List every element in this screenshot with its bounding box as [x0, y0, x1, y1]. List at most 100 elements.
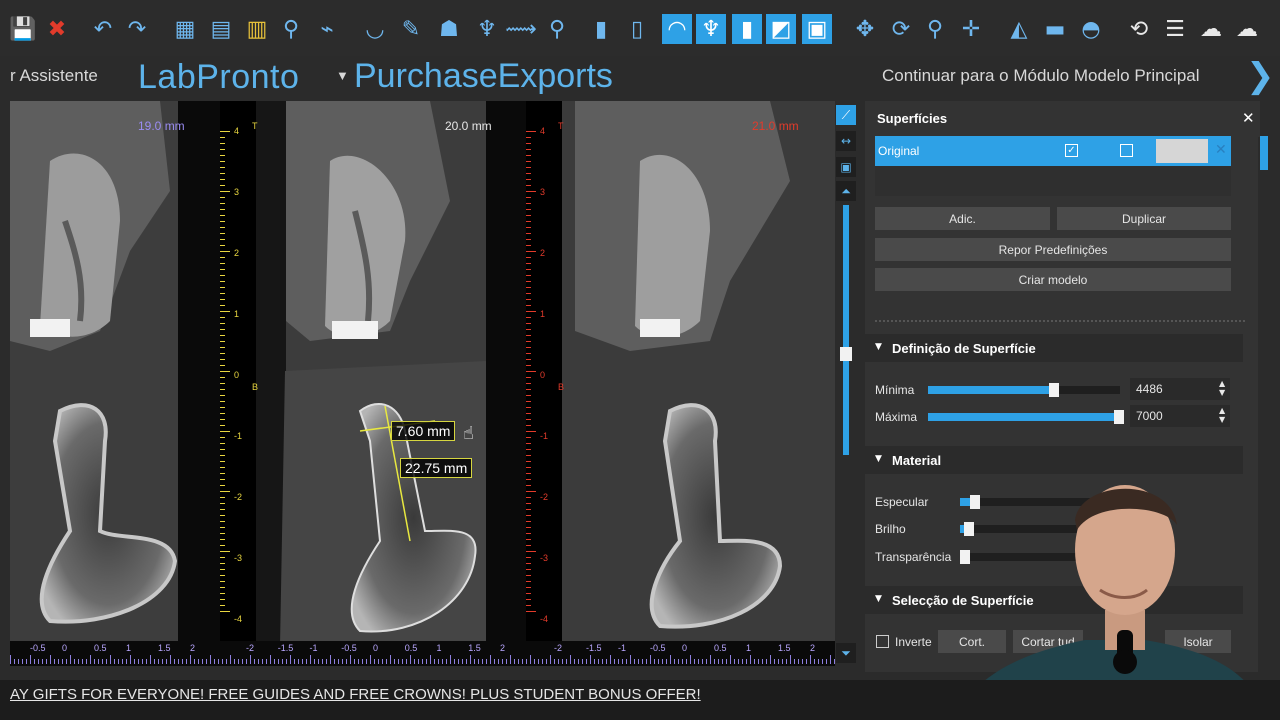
ruler-tick [526, 389, 531, 390]
create-model-button[interactable]: Criar modelo [875, 268, 1231, 291]
promo-banner[interactable]: AY GIFTS FOR EVERYONE! FREE GUIDES AND F… [0, 680, 1280, 720]
scale-tick [330, 655, 331, 664]
scale-tick [90, 655, 91, 664]
cross-section-viewer[interactable]: 19.0 mm 20.0 mm 21.0 mm 4 3 2 1 0 -1 -2 -3 -4 T B … [10, 101, 835, 666]
close-icon[interactable]: ✕ [1242, 109, 1255, 127]
max-value-spinbox[interactable]: 7000 ▲ ▼ [1130, 405, 1230, 427]
arch-icon[interactable]: ◡ [360, 14, 390, 44]
ruler-book-icon[interactable]: ▥ [242, 14, 272, 44]
scroll-top-icon[interactable]: ⏶ [836, 181, 856, 201]
pen-add-icon[interactable]: ✎ [396, 14, 426, 44]
spin-arrows-icon[interactable]: ▲ ▼ [1219, 406, 1225, 424]
scan-arch-icon[interactable]: ◠ [662, 14, 692, 44]
scale-tick [182, 659, 183, 664]
scale-tick [302, 659, 303, 664]
layout-icon[interactable]: ☰ [1160, 14, 1190, 44]
ruler-tick [220, 329, 225, 330]
ruler-tick [526, 149, 531, 150]
ruler-tick [526, 281, 531, 282]
width-measurement-label[interactable]: 7.60 mm [391, 421, 456, 441]
min-threshold-slider[interactable] [928, 383, 1120, 397]
surface-row-original[interactable]: Original ✓ ✕ [875, 136, 1231, 166]
visibility-checkbox[interactable]: ✓ [1065, 144, 1078, 157]
ruler-tick [526, 155, 531, 156]
scale-tick [234, 659, 235, 664]
nerve-icon[interactable]: ⟿ [505, 14, 537, 44]
angle-icon[interactable]: ◓ [1076, 14, 1106, 44]
width-adjust-icon[interactable]: ↔ [836, 131, 856, 151]
zoom-icon[interactable]: ⚲ [920, 14, 950, 44]
spin-arrows-icon[interactable]: ▲ ▼ [1219, 379, 1225, 397]
grid-icon[interactable]: ▦ [170, 14, 200, 44]
undo-icon[interactable]: ↶ [88, 14, 118, 44]
length-measurement-label[interactable]: 22.75 mm [400, 458, 473, 478]
model-icon[interactable]: ◩ [766, 14, 796, 44]
scale-number: -1.5 [277, 643, 294, 653]
scale-tick [174, 659, 175, 664]
slice-scroll-track[interactable] [843, 205, 849, 455]
search-icon[interactable]: ⚲ [276, 14, 306, 44]
continue-module-link[interactable]: Continuar para o Módulo Modelo Principal [882, 66, 1200, 86]
measure-icon[interactable]: ▬ [1040, 14, 1070, 44]
slider-knob[interactable] [1114, 410, 1124, 424]
scale-tick [514, 659, 515, 664]
tooth-icon[interactable]: ♆ [472, 14, 502, 44]
ruler-tick [220, 149, 225, 150]
min-value-spinbox[interactable]: 4486 ▲ ▼ [1130, 378, 1230, 400]
max-threshold-slider[interactable] [928, 410, 1124, 424]
scale-tick [722, 659, 723, 664]
ruler-tick [220, 389, 225, 390]
histogram-icon[interactable]: ◭ [1004, 14, 1034, 44]
chevron-right-icon[interactable]: ❯ [1246, 56, 1275, 96]
move-icon[interactable]: ✥ [850, 14, 880, 44]
slice-scroll-thumb[interactable] [840, 347, 852, 361]
duplicate-surface-button[interactable]: Duplicar [1057, 207, 1231, 230]
draw-line-icon[interactable]: ⟋ [836, 105, 856, 125]
implant-add-icon[interactable]: ⚲ [542, 14, 572, 44]
brand-dropdown-icon[interactable]: ▼ [336, 68, 349, 83]
reset-defaults-button[interactable]: Repor Predefinições [875, 238, 1231, 261]
abutment-icon[interactable]: ▯ [622, 14, 652, 44]
crown-icon[interactable]: ♆ [696, 14, 726, 44]
ruler-tick [220, 215, 225, 216]
scale-tick [778, 659, 779, 664]
sleeve-icon[interactable]: ▮ [732, 14, 762, 44]
implant-icon[interactable]: ▮ [586, 14, 616, 44]
cloud-upload-icon[interactable]: ☁ [1232, 14, 1262, 44]
redo-icon[interactable]: ↷ [122, 14, 152, 44]
ruler-tick [220, 179, 225, 180]
close-project-icon[interactable]: ✖ [42, 14, 72, 44]
ruler-tick [526, 167, 531, 168]
ruler-tick [220, 257, 225, 258]
scale-tick [230, 655, 231, 664]
reset-view-icon[interactable]: ⟲ [1124, 14, 1154, 44]
rotate-icon[interactable]: ⟳ [886, 14, 916, 44]
delete-surface-icon[interactable]: ✕ [1215, 142, 1227, 158]
add-surface-button[interactable]: Adic. [875, 207, 1050, 230]
promo-banner-text[interactable]: AY GIFTS FOR EVERYONE! FREE GUIDES AND F… [10, 686, 701, 703]
scale-tick [190, 655, 191, 664]
ruler-tick [526, 323, 531, 324]
scale-tick [414, 659, 415, 664]
pan-icon[interactable]: ✛ [956, 14, 986, 44]
image-settings-icon[interactable]: ▣ [836, 157, 856, 177]
slider-knob[interactable] [1048, 383, 1059, 397]
ruler-tick [220, 455, 225, 456]
ruler-tick [526, 419, 531, 420]
denture-icon[interactable]: ☗ [434, 14, 464, 44]
surface-definition-header[interactable]: ▼ Definição de Superfície [865, 334, 1243, 362]
scale-number: 0.5 [714, 643, 727, 653]
cloud-icon[interactable]: ☁ [1196, 14, 1226, 44]
scale-tick [598, 659, 599, 664]
surface-color-swatch[interactable] [1156, 139, 1208, 163]
curve-tool-icon[interactable]: ⌁ [312, 14, 342, 44]
import-icon[interactable]: ▤ [206, 14, 236, 44]
scale-number: 2 [500, 643, 506, 653]
scroll-bottom-icon[interactable]: ⏷ [836, 643, 856, 663]
panel-scroll-thumb[interactable] [1260, 136, 1268, 170]
solid-checkbox[interactable] [1120, 144, 1133, 157]
assistant-link[interactable]: r Assistente [10, 66, 98, 86]
guide-icon[interactable]: ▣ [802, 14, 832, 44]
invert-checkbox[interactable] [876, 635, 889, 648]
save-icon[interactable]: 💾 [8, 14, 38, 44]
